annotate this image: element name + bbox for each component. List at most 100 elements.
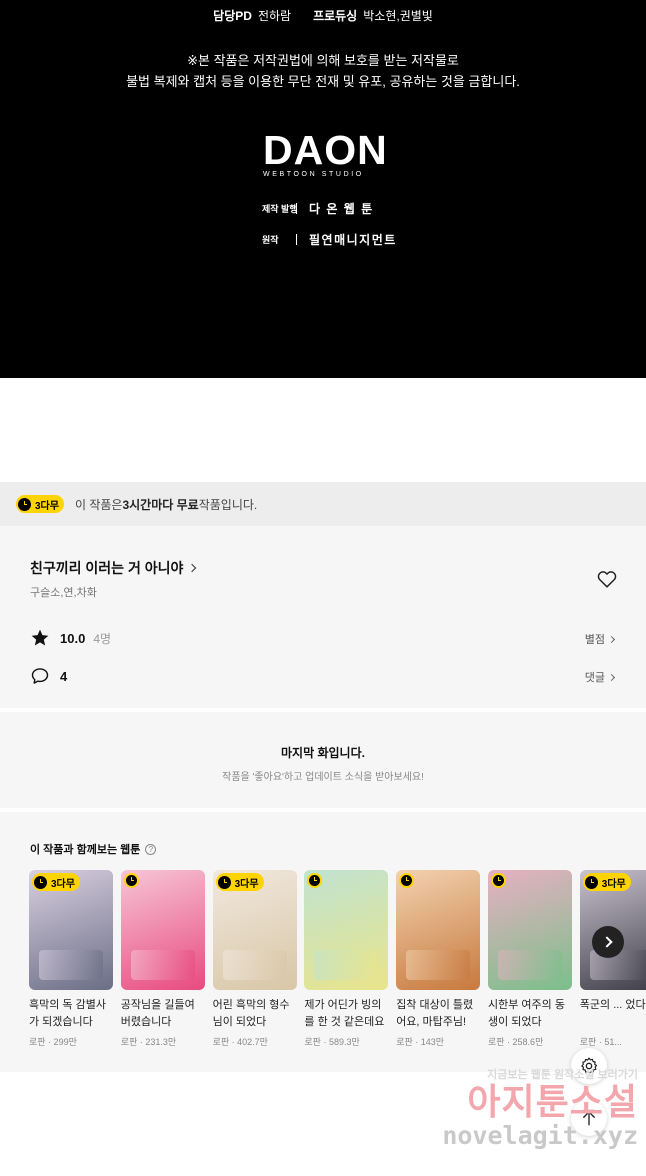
card-title: 시한부 여주의 동생이 되었다 — [487, 999, 565, 1028]
recommendation-card[interactable]: 3다무흑막의 독 감별사가 되겠습니다로판 · 299만 — [29, 870, 113, 1048]
card-meta: 로판 · 402.7만 — [212, 1037, 268, 1047]
clock-icon — [492, 875, 504, 886]
cover-title-art — [406, 950, 471, 980]
rating-row: 10.0 4명 — [30, 628, 111, 648]
settings-button[interactable] — [571, 1048, 607, 1084]
rating-link-label: 별점 — [584, 634, 605, 646]
card-title: 폭군의 ... 었다 — [579, 999, 646, 1011]
clock-icon — [125, 875, 137, 886]
work-info-card: 친구끼리 이러는 거 아니야 구슬소,연,차화 10.0 4명 별점 4 댓글 — [0, 526, 646, 708]
rating-value: 10.0 — [60, 630, 86, 646]
cover-title-art — [39, 950, 103, 980]
last-episode-title: 마지막 화입니다. — [281, 746, 365, 760]
last-episode-subtitle: 작품을 '좋아요'하고 업데이트 소식을 받아보세요! — [222, 772, 424, 783]
cover-thumbnail: 3다무 — [29, 870, 113, 990]
production-value: 다 온 웹 툰 — [309, 202, 374, 216]
card-meta: 로판 · 258.6만 — [487, 1037, 544, 1047]
notice-line-1: ※본 작품은 저작권법에 의해 보호를 받는 저작물로 — [187, 53, 459, 68]
cover-thumbnail — [396, 870, 481, 990]
free-text-pre: 이 작품은 — [74, 497, 123, 512]
cover-title-art — [497, 950, 562, 980]
notice-line-2: 불법 복제와 캡처 등을 이용한 무단 전재 및 유포, 공유하는 것을 금합니… — [126, 74, 520, 89]
staff-credits: 담당PD 전하람 프로듀싱 박소현,권별빛 — [0, 7, 646, 24]
comment-count: 4 — [60, 668, 68, 684]
recommendation-card[interactable]: 시한부 여주의 동생이 되었다로판 · 258.6만 — [487, 870, 572, 1048]
comment-link-label: 댓글 — [584, 672, 605, 684]
rating-link[interactable]: 별점 — [584, 631, 616, 647]
star-icon — [31, 629, 49, 646]
clock-icon — [309, 875, 321, 886]
chevron-right-icon — [607, 635, 616, 643]
divider — [296, 203, 297, 214]
cover-title-art — [314, 950, 379, 980]
carousel-next-button[interactable] — [592, 926, 624, 958]
chevron-right-icon — [600, 936, 613, 948]
free-text-bold: 3시간마다 무료 — [122, 497, 199, 512]
card-title: 공작님을 길들여 버렸습니다 — [120, 999, 195, 1028]
recommendation-card[interactable]: 집착 대상이 틀렸어요, 마탑주님! 로판 · 143만 — [396, 870, 481, 1048]
recommendation-card[interactable]: 3다무어린 흑막의 형수님이 되었다로판 · 402.7만 — [212, 870, 297, 1048]
copyright-notice: ※본 작품은 저작권법에 의해 보호를 받는 저작물로 불법 복제와 캡처 등을… — [0, 50, 646, 92]
cover-title-art — [222, 950, 287, 980]
recommendation-section: 이 작품과 함께보는 웹툰 ? 3다무흑막의 독 감별사가 되겠습니다로판 · … — [0, 812, 646, 1072]
comment-link[interactable]: 댓글 — [584, 669, 616, 685]
production-row: 제작 발행 다 온 웹 툰 — [262, 200, 374, 217]
help-icon[interactable]: ? — [145, 843, 157, 855]
free-badge-label: 3다무 — [51, 878, 75, 890]
free-badge: 3다무 — [215, 873, 264, 891]
arrow-up-icon — [583, 1109, 595, 1126]
clock-icon — [34, 875, 47, 889]
recommendation-heading: 이 작품과 함께보는 웹툰 ? — [30, 841, 157, 857]
card-meta: 로판 · 231.3만 — [120, 1037, 177, 1047]
divider — [296, 234, 297, 245]
pd-name: 전하람 — [257, 9, 292, 23]
free-every-3h-banner: 3다무 이 작품은 3시간마다 무료 작품입니다. — [0, 482, 646, 526]
watermark-line-2: 아지툰소설 — [467, 1081, 638, 1122]
studio-logo: DAON WEBTOON STUDIO — [263, 127, 388, 179]
logo-main-text: DAON — [263, 127, 388, 173]
free-badge-label: 3다무 — [601, 878, 626, 890]
free-badge: 3다무 — [16, 495, 64, 513]
original-row: 원작 필연매니지먼트 — [262, 231, 397, 248]
comment-bubble-icon — [31, 668, 49, 684]
cover-thumbnail — [304, 870, 389, 990]
work-authors: 구슬소,연,차화 — [30, 587, 97, 599]
work-title-link[interactable]: 친구끼리 이러는 거 아니야 — [30, 558, 197, 578]
card-title: 흑막의 독 감별사가 되겠습니다 — [29, 999, 106, 1028]
free-badge-label: 3다무 — [234, 878, 259, 890]
scroll-top-button[interactable] — [571, 1100, 607, 1136]
heart-icon[interactable] — [596, 568, 618, 590]
cover-thumbnail: 3다무 — [212, 870, 297, 990]
cover-title-art — [130, 950, 195, 980]
card-title: 어린 흑막의 형수님이 되었다 — [212, 999, 290, 1028]
card-meta: 로판 · 589.3만 — [304, 1037, 360, 1047]
recommendation-card[interactable]: 제가 어딘가 빙의를 한 것 같은데요로판 · 589.3만 — [304, 870, 389, 1048]
cover-thumbnail — [487, 870, 572, 990]
card-meta: 로판 · 299만 — [29, 1037, 77, 1047]
last-episode-panel: 마지막 화입니다. 작품을 '좋아요'하고 업데이트 소식을 받아보세요! — [0, 712, 646, 808]
free-clock-badge — [123, 873, 139, 888]
credits-panel: 담당PD 전하람 프로듀싱 박소현,권별빛 ※본 작품은 저작권법에 의해 보호를 받… — [0, 0, 646, 378]
card-title: 집착 대상이 틀렸어요, 마탑주님! — [396, 999, 474, 1028]
producer-label: 프로듀싱 — [313, 9, 358, 23]
card-meta: 로판 · 143만 — [396, 1037, 445, 1047]
work-title: 친구끼리 이러는 거 아니야 — [30, 560, 184, 576]
pd-label: 담당PD — [213, 9, 252, 23]
free-clock-badge — [399, 873, 415, 888]
free-badge: 3다무 — [582, 873, 631, 891]
cover-thumbnail — [120, 870, 205, 990]
production-label: 제작 발행 — [262, 203, 298, 214]
original-value: 필연매니지먼트 — [309, 233, 397, 247]
clock-icon — [217, 875, 231, 889]
card-title: 제가 어딘가 빙의를 한 것 같은데요 — [304, 999, 385, 1028]
clock-icon — [18, 497, 31, 511]
recommendation-card[interactable]: 3다무폭군의 ... 었다로판 · 51... — [579, 870, 646, 1048]
card-meta: 로판 · 51... — [579, 1037, 622, 1047]
site-watermark: 지금보는 웹툰 원작소설 보러가기 아지툰소설 novelagit.xyz — [438, 1066, 638, 1150]
recommendation-card[interactable]: 공작님을 길들여 버렸습니다로판 · 231.3만 — [120, 870, 205, 1048]
free-badge-label: 3다무 — [35, 500, 59, 512]
chevron-right-icon — [607, 673, 616, 681]
free-text-post: 작품입니다. — [198, 497, 258, 512]
producer-name: 박소현,권별빛 — [363, 9, 433, 23]
free-badge: 3다무 — [32, 873, 80, 891]
